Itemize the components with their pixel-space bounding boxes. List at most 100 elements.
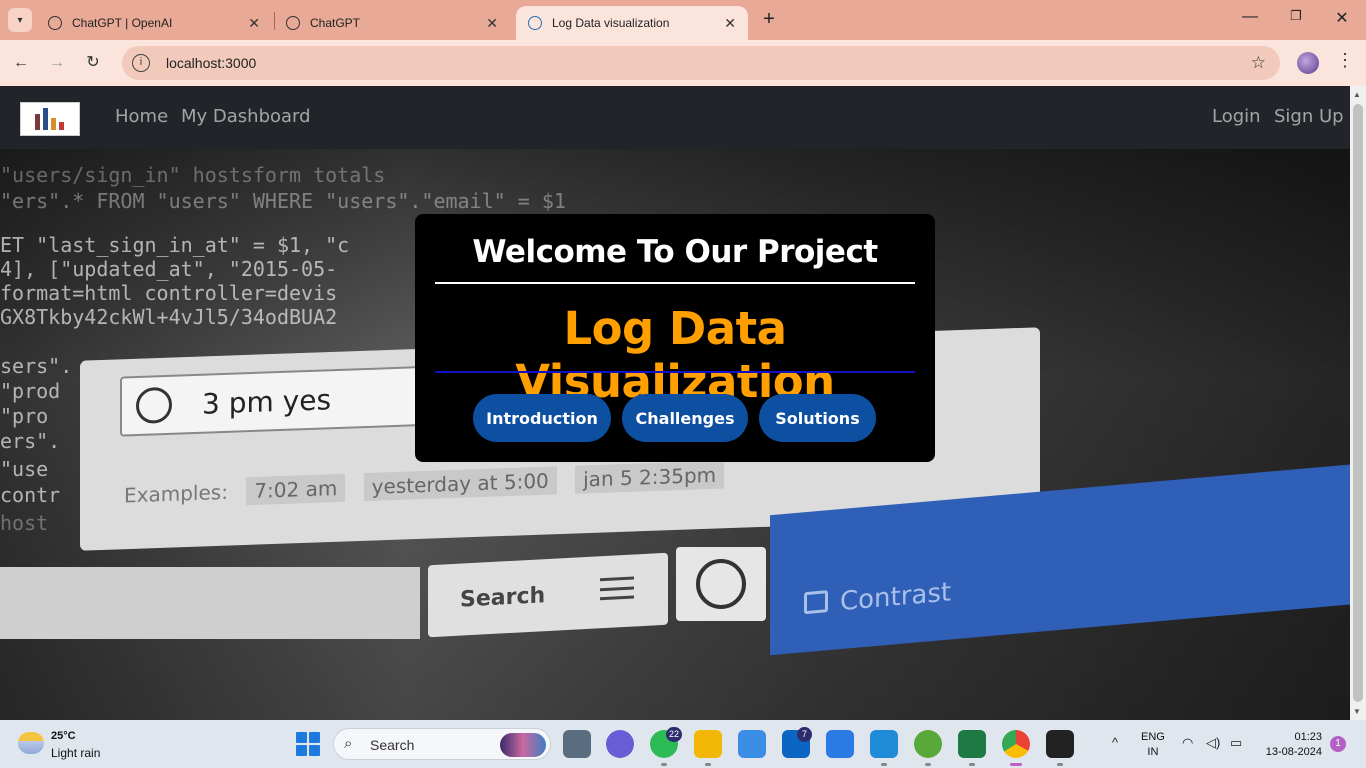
running-indicator (705, 763, 711, 766)
vscode-icon[interactable] (870, 730, 898, 758)
file-explorer-icon[interactable] (694, 730, 722, 758)
url-text[interactable]: localhost:3000 (166, 55, 256, 71)
logo-bar (43, 108, 48, 130)
page-scrollbar[interactable]: ▲ ▼ (1350, 86, 1366, 720)
logo-bar (51, 118, 56, 130)
show-hidden-icons-chevron-icon[interactable]: ^ (1112, 735, 1118, 750)
example-chip: 7:02 am (246, 473, 346, 506)
clock-time: 01:23 (1294, 731, 1322, 743)
code-line: ET "last_sign_in_at" = $1, "c (0, 233, 350, 257)
code-line: 4], ["updated_at", "2015-05- (0, 257, 338, 281)
clock-icon (136, 386, 172, 425)
example-chip: jan 5 2:35pm (575, 460, 725, 494)
nav-signup-link[interactable]: Sign Up (1274, 106, 1344, 127)
running-indicator (661, 763, 667, 766)
logo-bar (59, 122, 64, 130)
code-line: "use (0, 457, 49, 481)
volume-icon[interactable]: ◁) (1206, 735, 1220, 751)
nav-home-link[interactable]: Home (115, 106, 168, 127)
scrollbar-thumb[interactable] (1353, 104, 1363, 702)
running-indicator (1057, 763, 1063, 766)
system-clock[interactable]: 01:23 13-08-2024 (1256, 730, 1322, 760)
nav-my-dashboard-link[interactable]: My Dashboard (181, 106, 311, 127)
search-label: Search (460, 583, 546, 613)
windows-taskbar: 25°C Light rain ⌕ Search 22 7 ^ ENG IN ◠… (0, 720, 1366, 768)
code-line: "pro (0, 404, 49, 428)
back-arrow-icon[interactable]: ← (10, 52, 32, 74)
tab-title: Log Data visualization (552, 16, 670, 30)
tab-search-chevron-icon[interactable]: ▾ (8, 8, 32, 32)
tab-log-data-visualization[interactable]: Log Data visualization ✕ (516, 6, 748, 40)
forward-arrow-icon[interactable]: → (46, 52, 68, 74)
search-field-image (0, 567, 420, 639)
whatsapp-badge: 22 (666, 727, 683, 742)
scroll-down-arrow-icon[interactable]: ▼ (1353, 707, 1361, 716)
region-code: IN (1147, 746, 1159, 758)
close-tab-icon[interactable]: ✕ (248, 15, 260, 32)
restore-window-icon[interactable]: ❐ (1284, 8, 1308, 24)
tab-chatgpt-openai[interactable]: ChatGPT | OpenAI ✕ (36, 6, 272, 40)
input-language-indicator[interactable]: ENG IN (1141, 730, 1165, 760)
openai-logo-icon (48, 16, 62, 30)
close-tab-icon[interactable]: ✕ (724, 15, 736, 32)
tab-chatgpt[interactable]: ChatGPT ✕ (274, 6, 510, 40)
reload-icon[interactable]: ↻ (82, 52, 104, 74)
notification-badge[interactable]: 1 (1330, 736, 1346, 752)
battery-icon[interactable]: ▭ (1230, 735, 1242, 751)
weather-description: Light rain (51, 746, 101, 760)
challenges-button[interactable]: Challenges (622, 394, 748, 442)
todo-check-icon[interactable] (826, 730, 854, 758)
close-tab-icon[interactable]: ✕ (486, 15, 498, 32)
introduction-button[interactable]: Introduction (473, 394, 611, 442)
task-view-icon[interactable] (563, 730, 591, 758)
browser-toolbar: ← → ↻ i localhost:3000 ☆ ⋮ (0, 40, 1366, 86)
scroll-up-arrow-icon[interactable]: ▲ (1353, 90, 1361, 99)
code-line: ers". (0, 429, 61, 453)
solutions-button[interactable]: Solutions (759, 394, 876, 442)
taskbar-search-label: Search (370, 737, 415, 753)
clock-icon (696, 559, 746, 609)
taskbar-search-box[interactable]: ⌕ Search (333, 728, 551, 760)
browser-menu-kebab-icon[interactable]: ⋮ (1336, 50, 1354, 71)
bookmark-star-icon[interactable]: ☆ (1251, 53, 1266, 73)
wifi-icon[interactable]: ◠ (1182, 735, 1193, 751)
code-line: format=html controller=devis (0, 281, 338, 305)
code-line: sers". (0, 354, 73, 378)
search-highlight-image (500, 733, 546, 757)
page-favicon-icon (528, 16, 542, 30)
code-line: "users/sign_in" hostsform totals (0, 163, 386, 187)
openai-logo-icon (286, 16, 300, 30)
close-window-icon[interactable]: ✕ (1330, 8, 1354, 28)
address-bar[interactable]: i localhost:3000 ☆ (122, 46, 1280, 80)
search-button-image: Search (428, 552, 668, 638)
weather-temperature: 25°C (51, 730, 76, 742)
microsoft-store-icon[interactable] (738, 730, 766, 758)
chrome-icon[interactable] (1002, 730, 1030, 758)
nav-login-link[interactable]: Login (1212, 106, 1261, 127)
site-info-icon[interactable]: i (132, 54, 150, 72)
clock-date: 13-08-2024 (1265, 746, 1322, 758)
logo-bar (35, 114, 40, 130)
rain-cloud-icon (18, 732, 44, 754)
running-indicator (881, 763, 887, 766)
windows-start-icon[interactable] (296, 732, 320, 756)
clock-button-image (676, 547, 766, 621)
project-title: Log Data Visualization (515, 302, 835, 408)
linkedin-badge: 7 (797, 727, 812, 742)
excel-icon[interactable] (958, 730, 986, 758)
list-lines-icon (600, 576, 634, 601)
code-line: host (0, 511, 49, 535)
site-logo[interactable] (20, 102, 80, 136)
minimize-window-icon[interactable]: — (1238, 8, 1262, 26)
spring-tools-icon[interactable] (914, 730, 942, 758)
site-navbar: Home My Dashboard Login Sign Up (0, 86, 1350, 149)
new-tab-plus-icon[interactable]: + (758, 8, 780, 32)
lang-code: ENG (1141, 731, 1165, 743)
code-line: "prod (0, 379, 61, 403)
code-line: GX8Tkby42ckWl+4vJl5/34odBUA2 (0, 305, 338, 329)
time-input-text: 3 pm yes (202, 383, 332, 421)
teams-meet-icon[interactable] (606, 730, 634, 758)
terminal-icon[interactable] (1046, 730, 1074, 758)
profile-avatar[interactable] (1297, 52, 1319, 74)
active-indicator (1010, 763, 1022, 766)
